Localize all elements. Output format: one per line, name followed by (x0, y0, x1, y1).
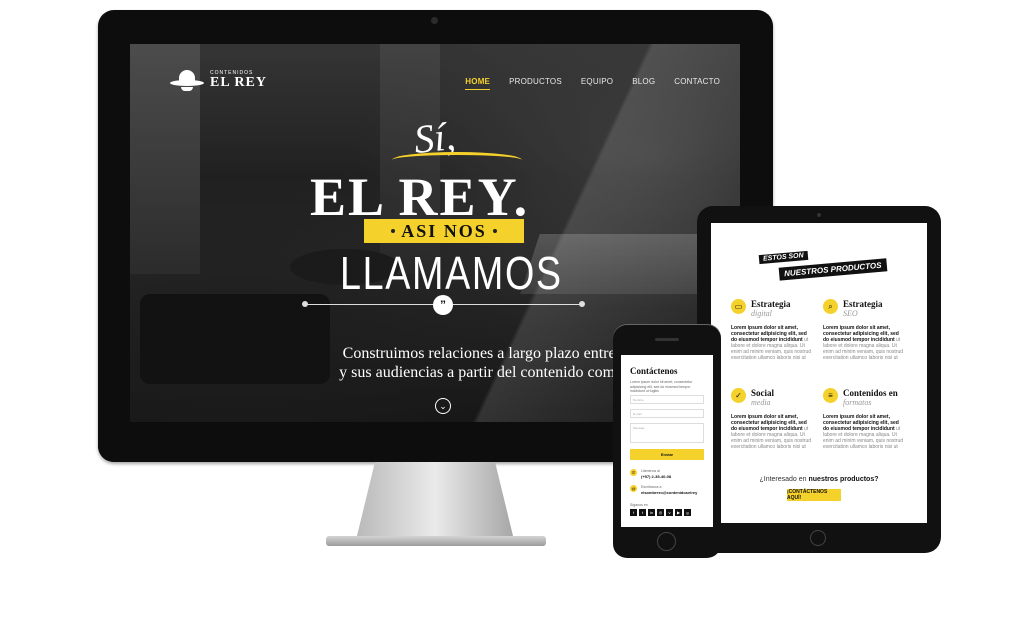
instagram-icon[interactable]: ◎ (657, 509, 664, 516)
product-name: Estrategia (751, 299, 791, 309)
product-sub: formatos (843, 398, 872, 407)
product-desc: Lorem ipsum dolor sit amet, consectetur … (823, 414, 904, 450)
follow-label: Síganos en (630, 503, 648, 507)
phone-screen: Contáctenos Lorem ipsum dolor sit amet, … (621, 355, 713, 527)
thumbs-up-icon: ✓ (731, 388, 746, 403)
contact-us-button[interactable]: ¡CONTÁCTENOS AQUÍ! (787, 489, 841, 501)
products-tag-top: ESTOS SON (758, 250, 809, 265)
laptop-icon: ▭ (731, 299, 746, 314)
nav-blog[interactable]: BLOG (632, 77, 655, 90)
camera-icon (431, 17, 438, 24)
speaker (655, 338, 679, 341)
hero-ribbon: ASI NOS (352, 219, 536, 243)
linkedin-icon[interactable]: in (648, 509, 655, 516)
product-name: Estrategia (843, 299, 883, 309)
email-icon: @ (630, 485, 637, 492)
call-info: ✆ Llámenos al (+57) 2-35-40-08 (630, 469, 671, 480)
email-address[interactable]: elsombrero@contenidoselrey (641, 490, 697, 495)
social-links: f t in ◎ v ▶ g (630, 509, 691, 516)
tablet-screen: ESTOS SON NUESTROS PRODUCTOS ▭ Estrategi… (711, 223, 927, 523)
facebook-icon[interactable]: f (630, 509, 637, 516)
nav-home[interactable]: HOME (465, 77, 491, 90)
hero-title-2: LLAMAMOS (340, 247, 563, 299)
ribbon-text: ASI NOS (401, 220, 487, 241)
products-tag-bottom: NUESTROS PRODUCTOS (778, 258, 888, 281)
divider-dot (579, 301, 585, 307)
name-field[interactable]: Nombre (630, 395, 704, 404)
vimeo-icon[interactable]: v (666, 509, 673, 516)
product-name: Social (751, 388, 775, 398)
camera-icon (817, 213, 821, 217)
search-icon: ⌕ (823, 299, 838, 314)
sombrero-icon (170, 68, 204, 92)
phone-number: (+57) 2-35-40-08 (641, 474, 672, 479)
cta-text: ¿Interesado en nuestros productos? (759, 476, 879, 483)
home-button (810, 530, 826, 546)
email-info: @ Escríbanos a elsombrero@contenidoselrey (630, 485, 697, 496)
document-icon: ≡ (823, 388, 838, 403)
nav-contacto[interactable]: CONTACTO (674, 77, 720, 90)
product-desc: Lorem ipsum dolor sit amet, consectetur … (731, 414, 812, 450)
message-field[interactable]: Mensaje (630, 423, 704, 443)
product-sub: media (751, 398, 771, 407)
product-desc: Lorem ipsum dolor sit amet, consectetur … (823, 325, 904, 361)
logo-big-text: EL REY (210, 74, 267, 90)
product-name: Contenidos en (843, 388, 898, 398)
product-desc: Lorem ipsum dolor sit amet, consectetur … (731, 325, 812, 361)
contact-desc: Lorem ipsum dolor sit amet, consectetur … (630, 380, 693, 393)
google-plus-icon[interactable]: g (684, 509, 691, 516)
imac-foot (326, 536, 546, 546)
submit-button[interactable]: Enviar (630, 449, 704, 460)
nav-equipo[interactable]: EQUIPO (581, 77, 613, 90)
nav-productos[interactable]: PRODUCTOS (509, 77, 562, 90)
twitter-icon[interactable]: t (639, 509, 646, 516)
home-button (657, 532, 676, 551)
imac-stand (356, 462, 514, 540)
divider-dot (302, 301, 308, 307)
product-sub: digital (751, 309, 772, 318)
quote-icon: ” (433, 295, 453, 315)
main-nav: HOME PRODUCTOS EQUIPO BLOG CONTACTO (465, 77, 720, 90)
chevron-down-icon[interactable]: ⌄ (435, 398, 451, 414)
email-field[interactable]: E-mail (630, 409, 704, 418)
product-sub: SEO (843, 309, 858, 318)
phone-icon: ✆ (630, 469, 637, 476)
contact-title: Contáctenos (630, 366, 678, 376)
youtube-icon[interactable]: ▶ (675, 509, 682, 516)
site-logo[interactable]: CONTENIDOS EL REY (170, 68, 267, 92)
